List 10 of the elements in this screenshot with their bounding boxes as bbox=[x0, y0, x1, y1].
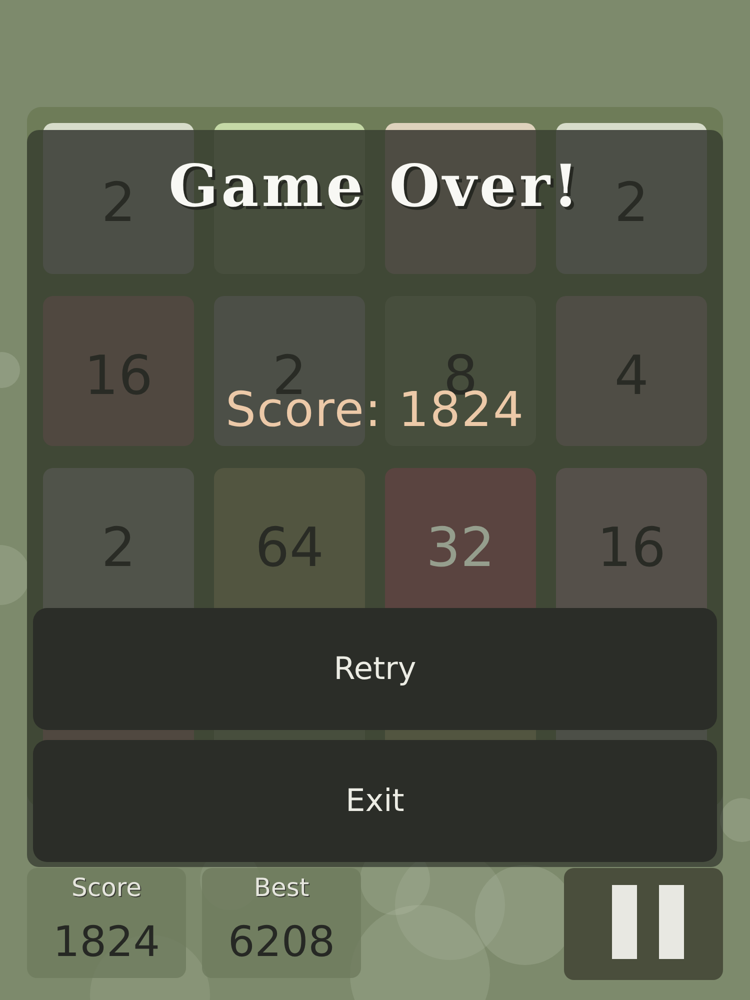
stat-label: Score bbox=[71, 872, 142, 904]
stat-value: 6208 bbox=[228, 917, 335, 967]
exit-button[interactable]: Exit bbox=[33, 740, 717, 862]
pause-icon bbox=[612, 884, 684, 958]
retry-button[interactable]: Retry bbox=[33, 608, 717, 730]
pause-button[interactable] bbox=[564, 868, 723, 980]
tile-number: 32 bbox=[426, 521, 495, 576]
game-over-title: Game Over! bbox=[168, 151, 582, 221]
stat-value: 1824 bbox=[53, 917, 160, 967]
stat-label: Best bbox=[254, 872, 310, 904]
